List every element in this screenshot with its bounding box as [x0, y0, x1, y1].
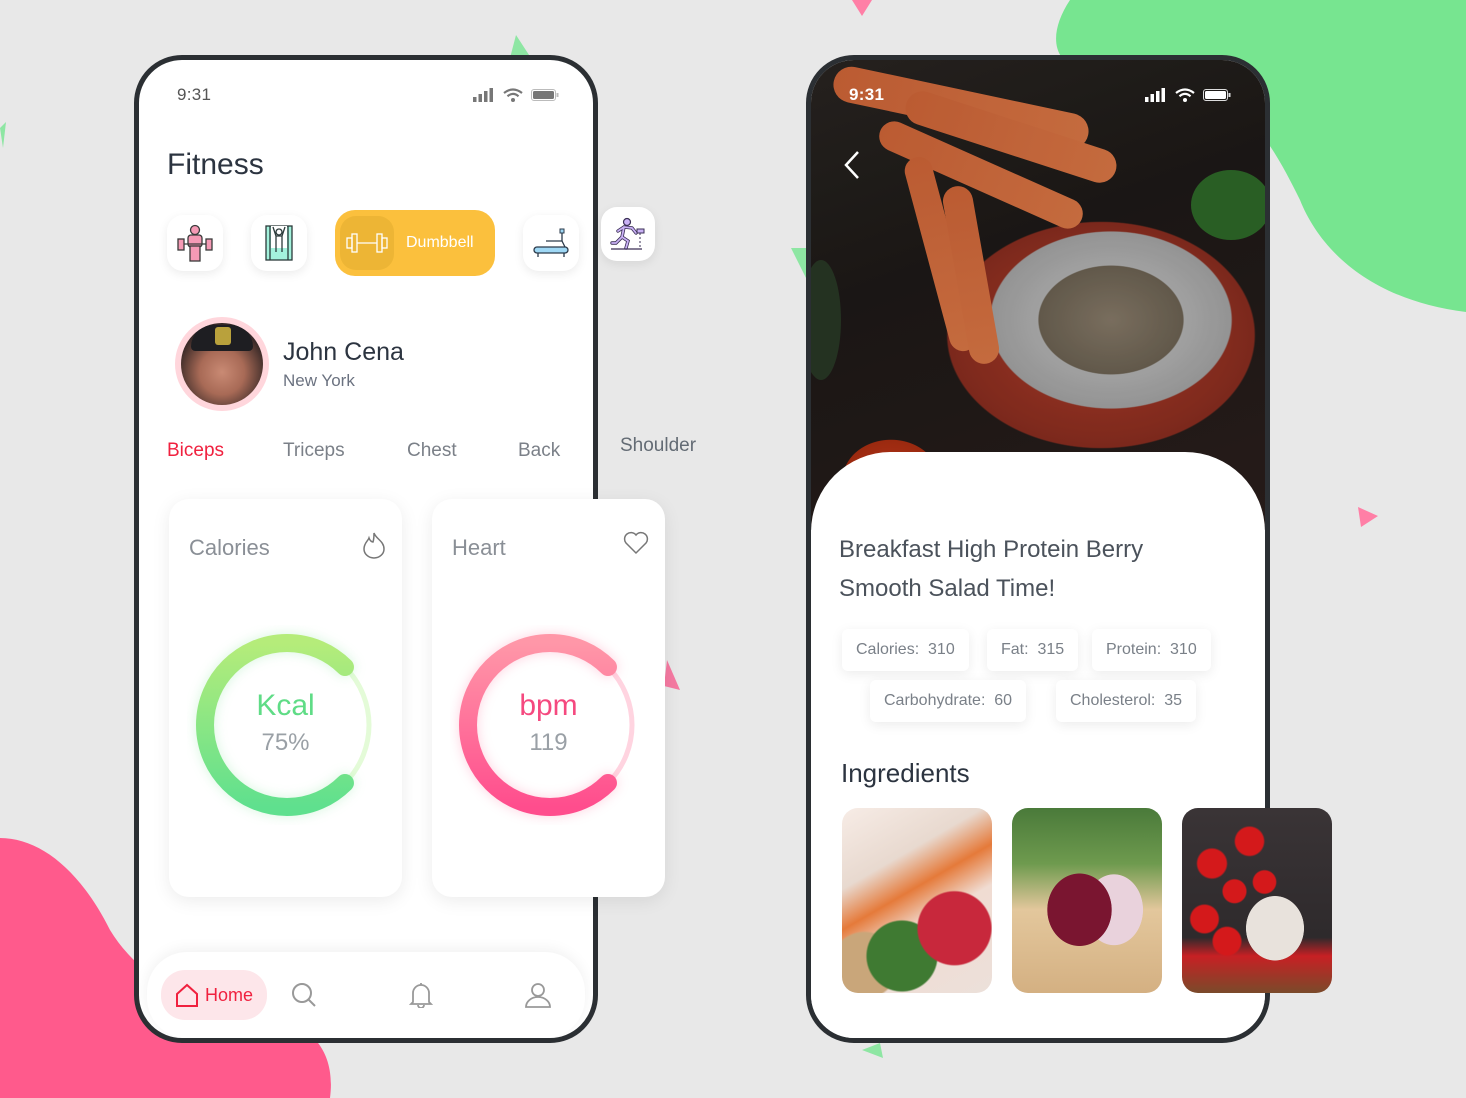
nav-home-label: Home: [205, 984, 254, 1005]
status-time: 9:31: [849, 85, 885, 104]
dumbbell-icon: [346, 233, 388, 253]
nutrition-chip-calories: Calories: 310: [842, 629, 969, 671]
category-dumbbell-label: Dumbbell: [406, 234, 474, 251]
home-icon: [176, 983, 198, 1007]
avatar-photo: [181, 323, 263, 405]
search-icon: [292, 983, 316, 1007]
bell-icon: [409, 983, 434, 1008]
heart-card[interactable]: Heart bpm 119: [432, 499, 665, 897]
status-bar: 9:31: [139, 80, 593, 110]
weightlifter-icon: [177, 224, 213, 262]
ingredients-heading: Ingredients: [841, 758, 970, 788]
page-title: Fitness: [167, 148, 264, 181]
calories-label: Calories: [189, 535, 270, 560]
tab-back[interactable]: Back: [518, 440, 560, 462]
status-time: 9:31: [177, 85, 212, 104]
nutrition-chip-protein: Protein: 310: [1092, 629, 1211, 671]
ingredient-image-3[interactable]: [1182, 808, 1332, 993]
running-icon: [610, 217, 645, 250]
calories-value: 75%: [261, 729, 310, 756]
bottom-nav: Home: [147, 952, 585, 1038]
recipe-title: Breakfast High Protein Berry Smooth Sala…: [839, 536, 1144, 602]
treadmill-icon: [533, 228, 569, 257]
category-pullup[interactable]: [251, 215, 307, 271]
category-running[interactable]: [601, 207, 655, 261]
battery-icon: [1203, 89, 1231, 101]
nutrition-chip-carbohydrate: Carbohydrate: 60: [870, 680, 1027, 722]
ingredient-image-1[interactable]: [842, 808, 992, 993]
back-chevron-icon[interactable]: [843, 150, 861, 180]
status-bar: 9:31: [811, 80, 1265, 110]
calories-unit: Kcal: [256, 689, 315, 722]
heart-value: 119: [529, 729, 568, 756]
avatar[interactable]: [175, 317, 269, 411]
category-weightlifting[interactable]: [167, 215, 223, 271]
user-profile: John Cena New York: [175, 317, 404, 411]
signal-icon: [1145, 88, 1165, 102]
tab-shoulder[interactable]: Shoulder: [620, 435, 696, 457]
tab-triceps[interactable]: Triceps: [283, 440, 407, 462]
signal-icon: [473, 88, 493, 102]
nav-notifications[interactable]: [409, 982, 434, 1008]
tab-biceps[interactable]: Biceps: [167, 440, 283, 462]
nav-home[interactable]: Home: [161, 970, 268, 1020]
profile-name: John Cena: [283, 337, 404, 366]
nav-profile[interactable]: [525, 982, 551, 1008]
nav-search[interactable]: [291, 982, 317, 1008]
category-row: Dumbbell: [167, 210, 579, 276]
category-dumbbell[interactable]: Dumbbell: [335, 210, 495, 276]
battery-icon: [531, 89, 559, 101]
nutrition-chip-cholesterol: Cholesterol: 35: [1056, 680, 1197, 722]
heart-icon: [623, 531, 649, 555]
heart-label: Heart: [452, 535, 506, 560]
calories-card[interactable]: Calories Kcal 75%: [169, 499, 402, 897]
profile-city: New York: [283, 370, 355, 390]
user-icon: [525, 983, 551, 1008]
wifi-icon: [1175, 88, 1195, 102]
heart-unit: bpm: [519, 689, 578, 722]
tab-chest[interactable]: Chest: [407, 440, 518, 462]
pullup-bar-icon: [265, 225, 293, 261]
flame-icon: [363, 532, 385, 559]
ingredient-image-2[interactable]: [1012, 808, 1162, 993]
muscle-tabs: Biceps Triceps Chest Back: [167, 440, 560, 462]
wifi-icon: [503, 88, 523, 102]
category-treadmill[interactable]: [523, 215, 579, 271]
nutrition-chip-fat: Fat: 315: [987, 629, 1079, 671]
